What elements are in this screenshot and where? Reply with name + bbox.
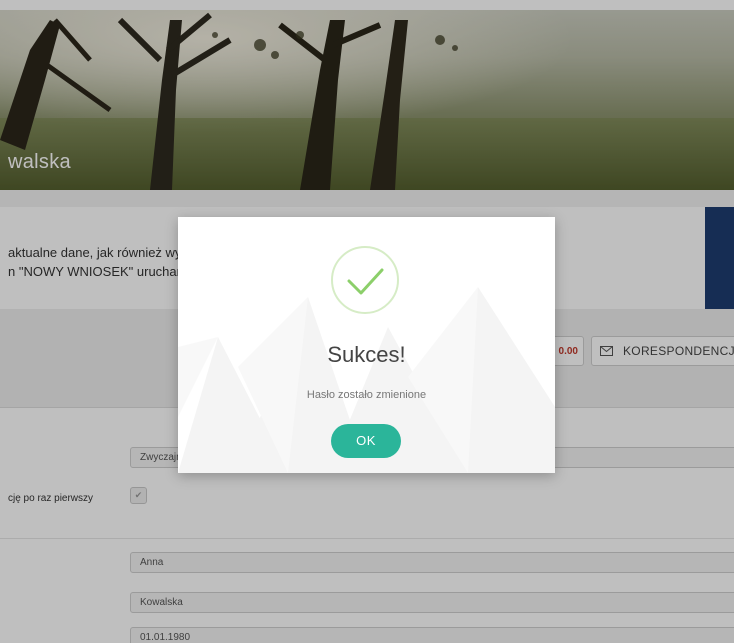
checkmark-icon xyxy=(347,268,384,295)
dialog-title: Sukces! xyxy=(327,342,406,367)
success-dialog: Sukces! Hasło zostało zmienione OK xyxy=(178,217,555,473)
ok-button[interactable]: OK xyxy=(331,424,401,458)
page: walska aktualne dane, jak również wys n … xyxy=(0,0,734,643)
dialog-message: Hasło zostało zmienione xyxy=(306,389,427,401)
success-icon-ring xyxy=(331,246,399,314)
